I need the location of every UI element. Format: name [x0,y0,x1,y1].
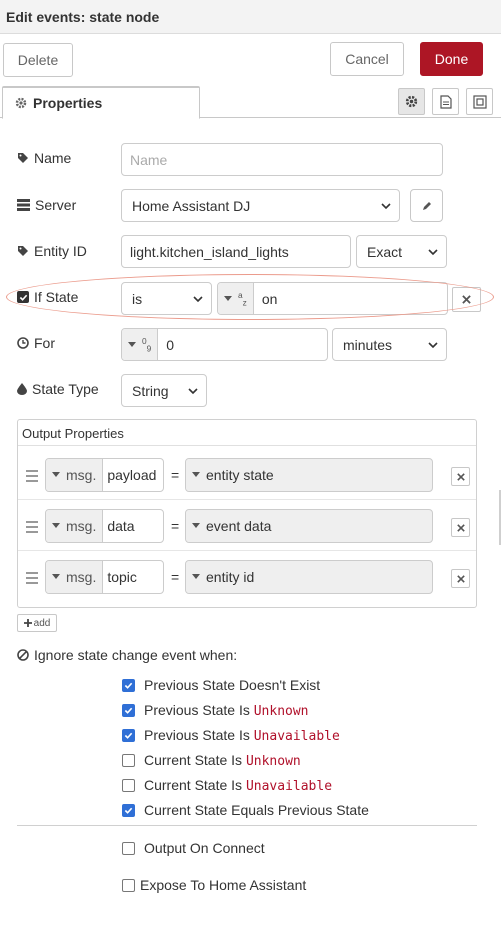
drop-icon [17,383,27,395]
state-type-label: State Type [17,381,99,397]
chevron-down-icon [381,203,391,210]
msg-type-selector[interactable]: msg. [46,459,104,491]
dialog-title-bar: Edit events: state node [0,0,501,34]
chevron-down-icon [428,342,438,349]
for-unit-select[interactable]: minutes [332,328,447,361]
ignore-heading: Ignore state change event when: [17,647,237,663]
ignore-prev-unavailable-label: Previous State Is Unavailable [144,727,340,744]
output-value-input[interactable]: entity id [185,560,433,594]
edit-server-button[interactable] [410,189,443,222]
remove-row-button[interactable] [451,569,470,588]
ignore-curr-unknown-label: Current State Is Unknown [144,752,301,769]
expose-label: Expose To Home Assistant [140,877,307,893]
gear-icon [15,97,27,109]
dialog-title: Edit events: state node [6,9,160,25]
entity-match-select[interactable]: Exact [356,235,447,268]
server-icon [17,199,30,211]
close-icon [456,574,465,583]
ignore-curr-unavailable-checkbox[interactable] [122,779,135,792]
caret-down-icon [128,341,136,347]
output-key-input[interactable]: msg. topic [45,560,164,594]
name-label: Name [17,150,71,166]
tag-icon [18,153,28,163]
gear-icon [405,95,418,108]
chevron-down-icon [428,249,438,256]
entity-id-label: Entity ID [17,243,87,259]
caret-down-icon [52,472,60,477]
expose-checkbox[interactable] [122,879,135,892]
check-icon [124,682,133,689]
section-divider [17,825,477,826]
drag-handle-icon[interactable] [26,521,38,536]
ignore-curr-unavailable-label: Current State Is Unavailable [144,777,333,794]
tab-properties[interactable]: Properties [2,86,200,119]
output-properties-legend: Output Properties [22,426,124,441]
state-type-select[interactable]: String [121,374,207,407]
value-type-selector[interactable] [186,459,202,491]
ban-icon [17,649,29,661]
output-key-input[interactable]: msg. data [45,509,164,543]
caret-down-icon [192,574,200,579]
msg-type-selector[interactable]: msg. [46,561,104,593]
ignore-prev-unavailable-checkbox[interactable] [122,729,135,742]
value-type-selector[interactable] [186,510,202,542]
frame-icon [472,94,487,109]
ignore-prev-unknown-checkbox[interactable] [122,704,135,717]
output-on-connect-checkbox[interactable] [122,842,135,855]
clock-icon [17,337,29,349]
pencil-icon [422,201,431,210]
caret-down-icon [192,523,200,528]
drag-handle-icon[interactable] [26,470,38,485]
caret-down-icon [192,472,200,477]
for-label: For [17,335,55,351]
ignore-prev-not-exist-label: Previous State Doesn't Exist [144,677,321,693]
check-icon [124,732,133,739]
caret-down-icon [52,574,60,579]
tag-icon [18,246,28,256]
output-value-input[interactable]: entity state [185,458,433,492]
name-input[interactable]: Name [121,143,443,176]
ignore-curr-equals-prev-label: Current State Equals Previous State [144,802,369,818]
ignore-prev-unknown-label: Previous State Is Unknown [144,702,309,719]
document-icon [439,94,452,109]
remove-row-button[interactable] [451,518,470,537]
remove-row-button[interactable] [451,467,470,486]
value-type-selector[interactable] [186,561,202,593]
server-label: Server [17,197,76,213]
description-tab-button[interactable] [432,88,459,115]
cancel-button[interactable]: Cancel [330,42,404,76]
output-value-input[interactable]: event data [185,509,433,543]
plus-icon [23,619,32,627]
tab-bar: Properties [0,86,501,119]
drag-handle-icon[interactable] [26,572,38,587]
check-icon [124,707,133,714]
add-output-property-button[interactable]: add [17,614,57,632]
for-value-input[interactable]: 09 0 [121,328,328,361]
appearance-tab-button[interactable] [466,88,493,115]
output-on-connect-label: Output On Connect [144,840,265,856]
type-selector[interactable]: 09 [122,329,159,360]
close-icon [456,472,465,481]
msg-type-selector[interactable]: msg. [46,510,104,542]
close-icon [456,523,465,532]
check-icon [124,807,133,814]
ignore-prev-not-exist-checkbox[interactable] [122,679,135,692]
ignore-curr-unknown-checkbox[interactable] [122,754,135,767]
server-select[interactable]: Home Assistant DJ [121,189,400,222]
ignore-curr-equals-prev-checkbox[interactable] [122,804,135,817]
delete-button[interactable]: Delete [3,43,73,77]
number-type-icon: 09 [142,335,152,354]
highlight-ellipse [6,274,494,320]
output-properties-box: Output Properties msg. payload = entity … [17,419,477,608]
settings-tab-button[interactable] [398,88,425,115]
caret-down-icon [52,523,60,528]
chevron-down-icon [188,388,198,395]
done-button[interactable]: Done [420,42,483,76]
output-key-input[interactable]: msg. payload [45,458,164,492]
entity-id-input[interactable]: light.kitchen_island_lights [121,235,351,268]
tab-properties-label: Properties [33,95,103,111]
